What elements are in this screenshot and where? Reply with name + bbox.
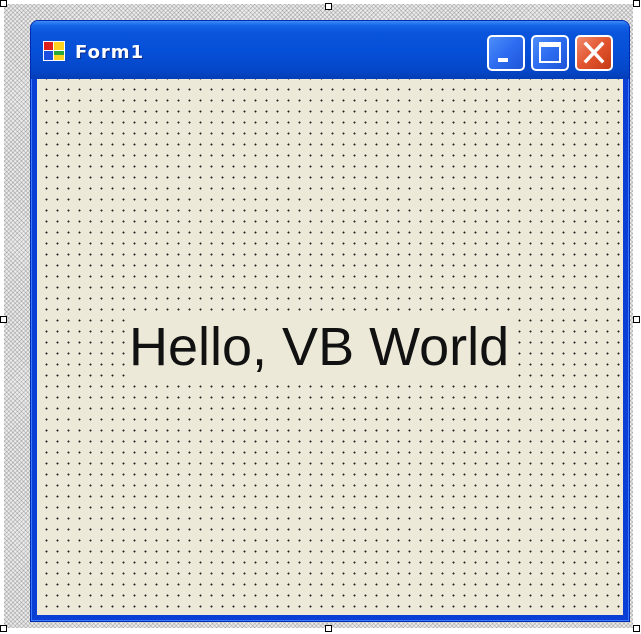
resize-handle-top-right[interactable]: [633, 0, 640, 7]
resize-handle-bottom-middle[interactable]: [325, 625, 332, 632]
hello-label[interactable]: Hello, VB World: [127, 315, 512, 379]
title-bar[interactable]: Form1: [31, 21, 629, 79]
close-button[interactable]: [575, 35, 613, 71]
maximize-button[interactable]: [531, 35, 569, 71]
minimize-icon: [498, 58, 508, 62]
close-icon: [583, 41, 605, 64]
form-app-icon: [43, 41, 65, 61]
resize-handle-bottom-left[interactable]: [0, 625, 7, 632]
form-client-area[interactable]: Hello, VB World: [37, 79, 623, 615]
resize-handle-top-middle[interactable]: [325, 3, 332, 10]
maximize-icon: [539, 42, 561, 63]
form-window[interactable]: Form1 Hello, VB World: [30, 20, 630, 622]
resize-handle-middle-right[interactable]: [633, 316, 640, 323]
minimize-button[interactable]: [487, 35, 525, 71]
resize-handle-top-left[interactable]: [0, 0, 7, 7]
resize-handle-middle-left[interactable]: [0, 316, 7, 323]
resize-handle-bottom-right[interactable]: [633, 625, 640, 632]
window-title: Form1: [75, 42, 145, 63]
